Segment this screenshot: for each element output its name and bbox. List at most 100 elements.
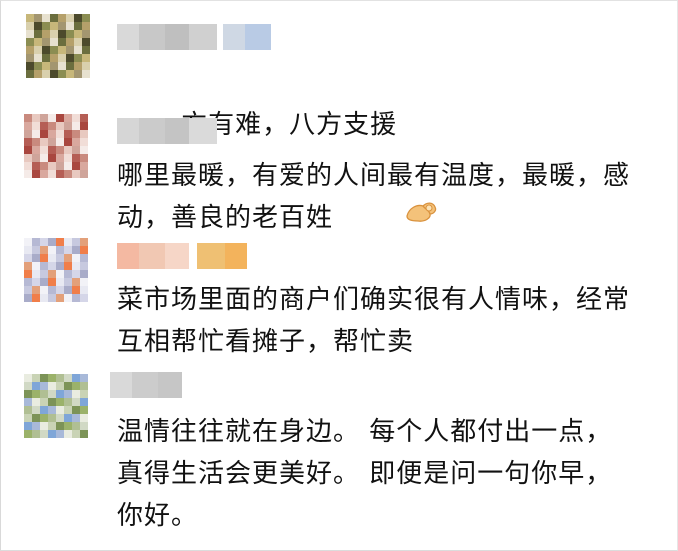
avatar-pixel	[24, 246, 32, 254]
avatar-pixel	[26, 70, 34, 78]
avatar-pixel	[82, 22, 90, 30]
avatar-pixel	[66, 54, 74, 62]
avatar-pixel	[48, 146, 56, 154]
name-blur-segment	[165, 24, 189, 50]
avatar-pixel	[32, 122, 40, 130]
ok-hand-emoji-icon	[403, 110, 439, 222]
commenter-name[interactable]	[117, 243, 247, 269]
avatar-pixel	[48, 238, 56, 246]
avatar-pixel	[32, 430, 40, 438]
name-blur-segment	[158, 372, 182, 398]
avatar-pixel	[64, 406, 72, 414]
avatar-pixel	[32, 262, 40, 270]
avatar[interactable]	[24, 374, 88, 438]
avatar-pixel	[48, 414, 56, 422]
avatar-pixel	[24, 422, 32, 430]
avatar-pixel	[64, 262, 72, 270]
avatar-pixel	[72, 422, 80, 430]
avatar-pixel	[82, 70, 90, 78]
avatar-pixel	[34, 22, 42, 30]
avatar-pixel	[34, 46, 42, 54]
avatar-pixel	[32, 254, 40, 262]
avatar-pixel	[72, 154, 80, 162]
avatar-pixel	[50, 22, 58, 30]
avatar-pixel	[64, 154, 72, 162]
avatar-pixel	[74, 46, 82, 54]
avatar-pixel	[66, 70, 74, 78]
avatar-pixel	[32, 286, 40, 294]
avatar-pixel	[56, 114, 64, 122]
avatar-pixel	[32, 246, 40, 254]
commenter-name[interactable]	[117, 24, 271, 50]
avatar-pixel	[82, 46, 90, 54]
avatar-pixel	[48, 114, 56, 122]
avatar-pixel	[80, 254, 88, 262]
avatar-pixel	[40, 406, 48, 414]
avatar-pixel	[24, 406, 32, 414]
avatar-pixel	[56, 414, 64, 422]
avatar-pixel	[64, 398, 72, 406]
avatar-pixel	[56, 154, 64, 162]
avatar-pixel	[58, 54, 66, 62]
avatar-pixel	[56, 162, 64, 170]
avatar-pixel	[58, 62, 66, 70]
avatar-pixel	[66, 46, 74, 54]
avatar-pixel	[24, 382, 32, 390]
avatar-pixel	[74, 30, 82, 38]
avatar-pixel	[32, 130, 40, 138]
avatar[interactable]	[24, 114, 88, 178]
avatar-pixel	[64, 162, 72, 170]
avatar[interactable]	[26, 14, 90, 78]
avatar-pixel	[24, 138, 32, 146]
avatar-pixel	[40, 430, 48, 438]
avatar-pixel	[64, 430, 72, 438]
avatar-pixel	[40, 254, 48, 262]
avatar-pixel	[82, 30, 90, 38]
name-blur-segment	[165, 118, 189, 144]
commenter-name[interactable]	[117, 118, 217, 144]
avatar-pixel	[48, 154, 56, 162]
avatar-pixel	[32, 374, 40, 382]
avatar-pixel	[34, 62, 42, 70]
name-blur-segment	[165, 243, 189, 269]
avatar-pixel	[56, 286, 64, 294]
avatar-pixel	[40, 414, 48, 422]
avatar-pixel	[50, 46, 58, 54]
avatar-pixel	[42, 22, 50, 30]
avatar-pixel	[40, 262, 48, 270]
avatar-pixel	[64, 146, 72, 154]
avatar-pixel	[32, 170, 40, 178]
avatar-pixel	[58, 70, 66, 78]
avatar-pixel	[64, 170, 72, 178]
avatar-pixel	[56, 374, 64, 382]
commenter-name[interactable]	[110, 372, 182, 398]
avatar-pixel	[40, 374, 48, 382]
avatar-pixel	[56, 390, 64, 398]
avatar-pixel	[56, 262, 64, 270]
avatar-pixel	[32, 154, 40, 162]
avatar-pixel	[82, 14, 90, 22]
comment-text: 菜市场里面的商户们确实很有人情味，经常互相帮忙看摊子，帮忙卖	[117, 285, 631, 357]
avatar-pixel	[48, 422, 56, 430]
avatar-pixel	[80, 270, 88, 278]
comment-text: 哪里最暖，有爱的人间最有温度，最暖，感动，善良的老百姓	[117, 161, 631, 233]
avatar-pixel	[74, 54, 82, 62]
avatar-pixel	[80, 390, 88, 398]
name-blur-segment	[117, 24, 139, 50]
avatar-pixel	[72, 294, 80, 302]
name-blur-segment	[117, 118, 139, 144]
avatar-pixel	[72, 162, 80, 170]
avatar[interactable]	[24, 238, 88, 302]
avatar-pixel	[40, 246, 48, 254]
avatar-pixel	[72, 278, 80, 286]
name-blur-segment	[139, 243, 165, 269]
avatar-pixel	[56, 406, 64, 414]
avatar-pixel	[72, 146, 80, 154]
avatar-pixel	[32, 414, 40, 422]
avatar-pixel	[32, 382, 40, 390]
avatar-pixel	[56, 398, 64, 406]
avatar-pixel	[72, 262, 80, 270]
avatar-pixel	[24, 374, 32, 382]
avatar-pixel	[72, 170, 80, 178]
avatar-pixel	[40, 270, 48, 278]
